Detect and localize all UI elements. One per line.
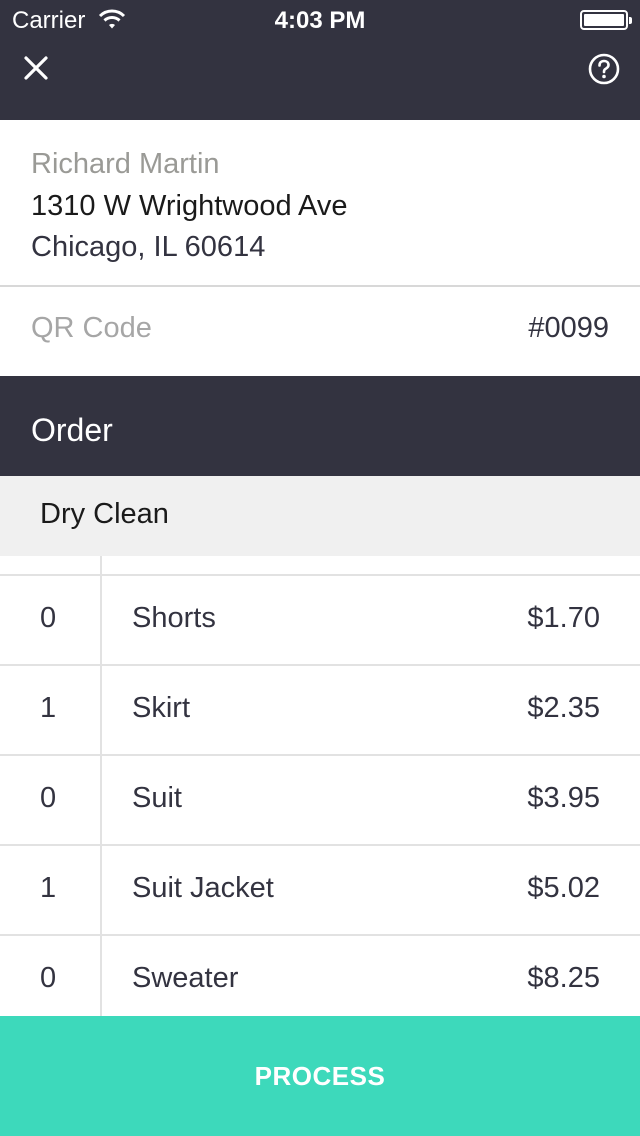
item-price: $2.35	[527, 692, 600, 724]
list-item[interactable]: 1 Suit Jacket $5.02	[0, 844, 640, 934]
item-name: Sweater	[132, 962, 239, 994]
item-price: $5.02	[527, 872, 600, 904]
category-header: Dry Clean	[0, 476, 640, 556]
list-item[interactable]: 0 Sweater $8.25	[0, 934, 640, 1016]
item-quantity: 0	[40, 782, 57, 814]
item-price: $8.25	[527, 962, 600, 994]
order-title: Order	[31, 412, 113, 448]
close-icon[interactable]	[22, 54, 50, 82]
order-items-list[interactable]: 0 Shorts $1.70 1 Skirt $2.35 0 Suit $3.9…	[0, 556, 640, 1016]
item-quantity: 1	[40, 692, 57, 724]
qr-code-row: QR Code #0099	[0, 288, 640, 376]
battery-icon	[580, 10, 632, 30]
top-bar: Carrier 4:03 PM	[0, 0, 640, 120]
customer-street: 1310 W Wrightwood Ave	[31, 190, 348, 222]
order-header: Order	[0, 376, 640, 476]
qr-code-label: QR Code	[31, 312, 152, 344]
process-button[interactable]: PROCESS	[0, 1016, 640, 1136]
qr-code-value: #0099	[528, 312, 609, 344]
help-icon[interactable]	[588, 53, 620, 85]
customer-city: Chicago, IL 60614	[31, 231, 266, 263]
item-price: $1.70	[527, 602, 600, 634]
list-item[interactable]: 0 Suit $3.95	[0, 754, 640, 844]
customer-name: Richard Martin	[31, 148, 220, 180]
item-name: Skirt	[132, 692, 190, 724]
status-bar: Carrier 4:03 PM	[0, 0, 640, 40]
customer-address: Richard Martin 1310 W Wrightwood Ave Chi…	[0, 120, 640, 287]
item-name: Shorts	[132, 602, 216, 634]
item-name: Suit Jacket	[132, 872, 274, 904]
clock: 4:03 PM	[274, 7, 366, 34]
process-button-label: PROCESS	[254, 1060, 386, 1091]
list-item[interactable]: 1 Skirt $2.35	[0, 664, 640, 754]
list-item[interactable]: 0 Shorts $1.70	[0, 574, 640, 664]
category-label: Dry Clean	[40, 498, 169, 530]
item-quantity: 0	[40, 962, 57, 994]
item-quantity: 0	[40, 602, 57, 634]
item-quantity: 1	[40, 872, 57, 904]
item-name: Suit	[132, 782, 182, 814]
item-price: $3.95	[527, 782, 600, 814]
